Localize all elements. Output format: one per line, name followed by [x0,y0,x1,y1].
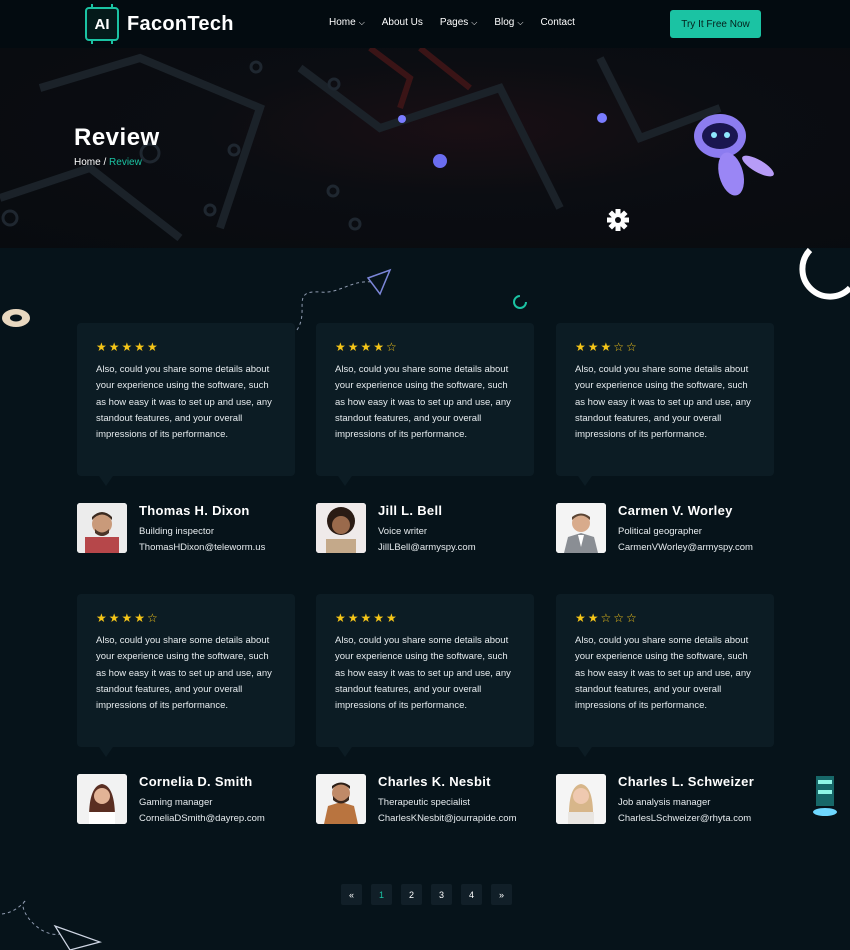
nav-item-label: Contact [540,17,575,28]
reviewer-email[interactable]: CorneliaDSmith@dayrep.com [139,813,265,824]
star-rating: ★★★★☆ [96,611,160,625]
reviewer-name: Charles L. Schweizer [618,774,755,789]
star-rating: ★★☆☆☆ [575,611,639,625]
reviewer-name: Jill L. Bell [378,503,443,518]
try-it-free-button[interactable]: Try It Free Now [670,10,761,38]
star-rating: ★★★★★ [96,340,160,354]
breadcrumb: Home / Review [74,157,142,168]
reviewer-email[interactable]: CharlesKNesbit@jourrapide.com [378,813,516,824]
pagination-prev-button[interactable]: « [341,884,362,905]
paper-plane-icon [1,899,103,950]
avatar [77,503,127,553]
brand-logo[interactable]: AI FaconTech [85,4,234,44]
reviewer-name: Charles K. Nesbit [378,774,491,789]
nav-item-label: Blog [494,17,515,28]
review-text: Also, could you share some details about… [575,635,751,712]
nav-item-pages[interactable]: Pages ⌵ [440,17,477,28]
reviewer-role: Gaming manager [139,797,213,808]
star-rating: ★★★★☆ [335,340,399,354]
hero-banner: Review Home / Review [0,48,850,248]
reviewer-name: Cornelia D. Smith [139,774,253,789]
review-text: Also, could you share some details about… [575,364,751,441]
brand-name: FaconTech [127,12,234,35]
reviewer-name: Thomas H. Dixon [139,503,250,518]
breadcrumb-separator: / [103,157,107,168]
nav-item-about-us[interactable]: About Us [382,17,423,28]
pagination-page-3[interactable]: 3 [431,884,452,905]
page-title: Review [74,124,160,151]
pagination-page-1[interactable]: 1 [371,884,392,905]
breadcrumb-current: Review [109,157,142,168]
review-card: ★★★☆☆ Also, could you share some details… [556,323,774,486]
nav-item-home[interactable]: Home ⌵ [329,17,365,28]
review-text: Also, could you share some details about… [96,364,272,441]
nav-item-label: Pages [439,17,469,28]
reviewer-email[interactable]: ThomasHDixon@teleworm.us [139,542,265,553]
chevron-down-icon: ⌵ [471,17,478,27]
review-text: Also, could you share some details about… [335,635,511,712]
chip-logo-icon: AI [85,4,119,44]
avatar [556,774,606,824]
nav-item-contact[interactable]: Contact [540,17,574,28]
review-card: ★★★★★ Also, could you share some details… [77,323,295,486]
top-navbar: AI FaconTech Home ⌵ About Us Pages ⌵ Blo… [0,0,850,48]
star-rating: ★★★☆☆ [575,340,639,354]
hologram-device-icon [813,776,837,816]
nav-item-label: About Us [381,17,423,28]
reviewer-role: Voice writer [378,526,428,537]
avatar [556,503,606,553]
avatar [77,774,127,824]
pagination: « 1 2 3 4 » [341,884,512,905]
chevron-down-icon: ⌵ [517,17,524,27]
chevron-down-icon: ⌵ [358,17,365,27]
review-text: Also, could you share some details about… [335,364,511,441]
avatar [316,503,366,553]
reviewer-role: Therapeutic specialist [378,797,470,808]
reviewer-email[interactable]: CarmenVWorley@armyspy.com [618,542,753,553]
review-card: ★★★★☆ Also, could you share some details… [316,323,534,486]
pagination-page-2[interactable]: 2 [401,884,422,905]
review-card: ★★★★★ Also, could you share some details… [316,594,534,757]
nav-item-label: Home [329,17,356,28]
reviewer-email[interactable]: JillLBell@armyspy.com [378,542,476,553]
main-menu: Home ⌵ About Us Pages ⌵ Blog ⌵ Contact [329,17,592,28]
reviewer-role: Building inspector [139,526,214,537]
reviewer-name: Carmen V. Worley [618,503,733,518]
review-card: ★★☆☆☆ Also, could you share some details… [556,594,774,757]
pagination-next-button[interactable]: » [491,884,512,905]
review-card: ★★★★☆ Also, could you share some details… [77,594,295,757]
pagination-page-4[interactable]: 4 [461,884,482,905]
review-text: Also, could you share some details about… [96,635,272,712]
avatar [316,774,366,824]
nav-item-blog[interactable]: Blog ⌵ [494,17,523,28]
reviewer-role: Political geographer [618,526,702,537]
reviewer-role: Job analysis manager [618,797,711,808]
reviewer-email[interactable]: CharlesLSchweizer@rhyta.com [618,813,751,824]
star-rating: ★★★★★ [335,611,399,625]
breadcrumb-home-link[interactable]: Home [74,157,101,168]
